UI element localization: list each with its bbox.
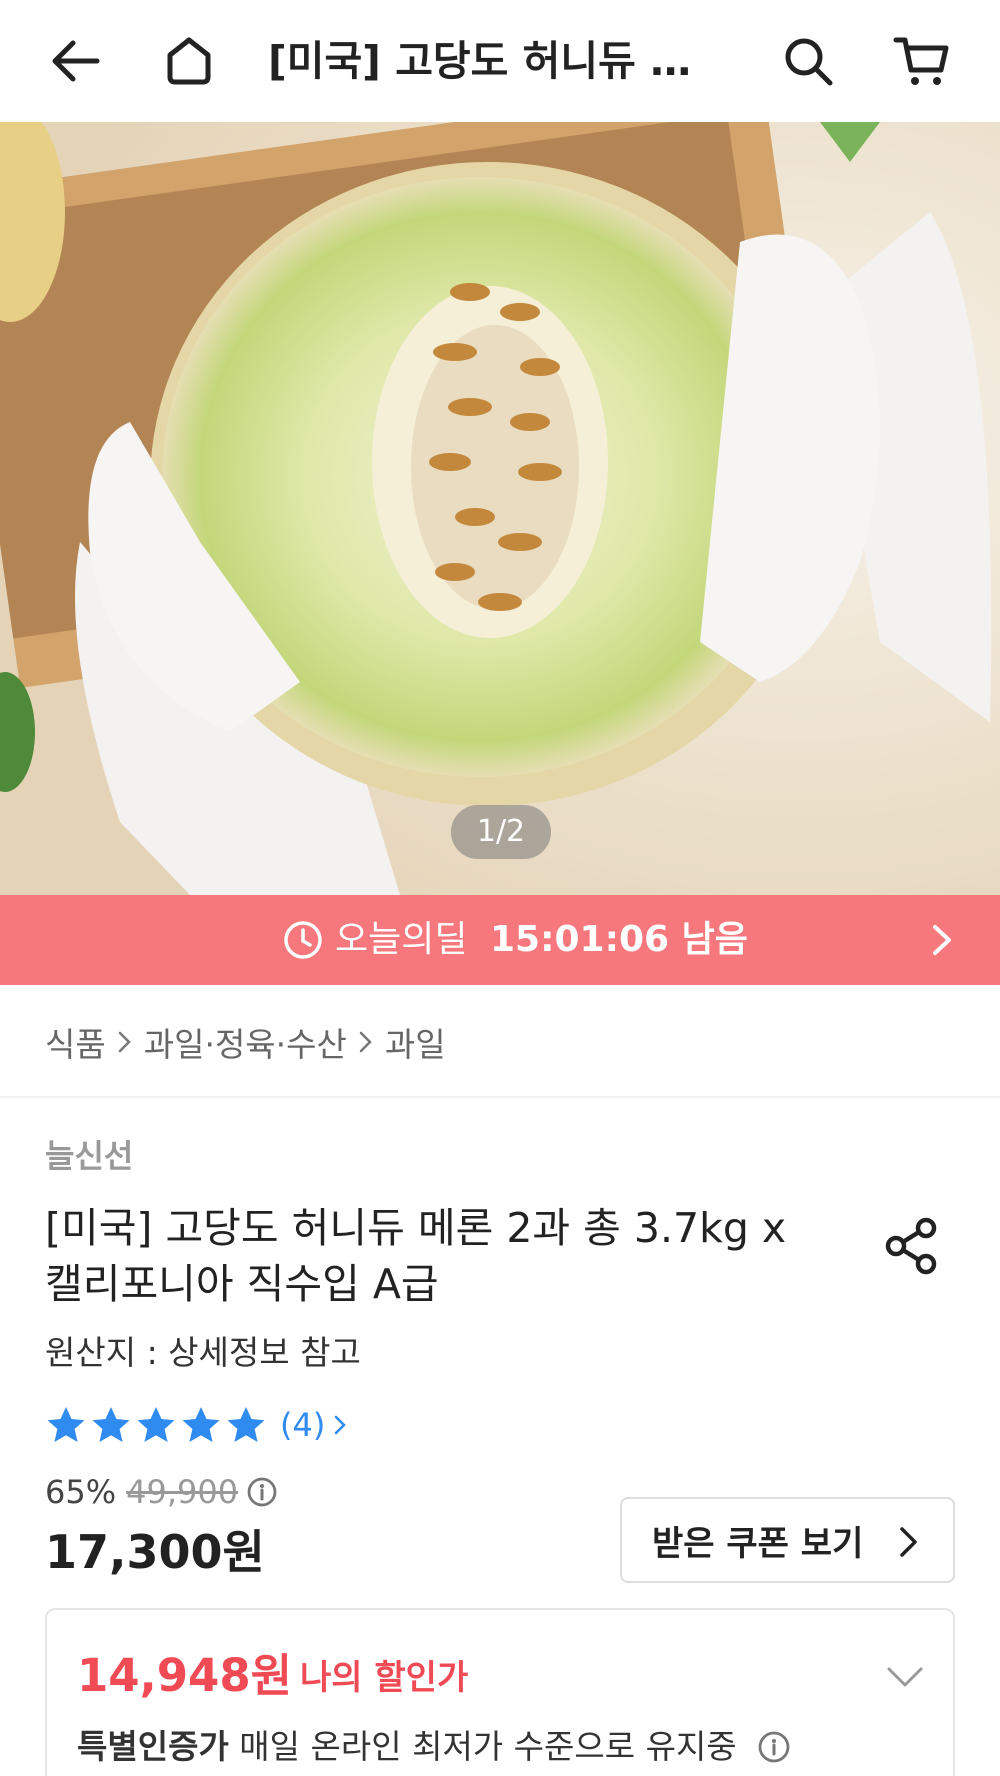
info-icon[interactable] bbox=[757, 1730, 791, 1764]
special-price-text: 매일 온라인 최저가 수준으로 유지중 bbox=[228, 1727, 737, 1766]
special-price-tag: 특별인증가 bbox=[77, 1727, 229, 1766]
breadcrumb: 식품 과일·정육·수산 과일 bbox=[45, 1012, 446, 1072]
discount-rate: 65% bbox=[45, 1473, 117, 1511]
back-button[interactable] bbox=[42, 26, 112, 96]
share-icon[interactable] bbox=[880, 1214, 944, 1278]
home-button[interactable] bbox=[154, 26, 224, 96]
deal-label: 오늘의딜 bbox=[335, 919, 468, 960]
review-count[interactable]: (4) bbox=[280, 1406, 325, 1444]
info-icon[interactable] bbox=[246, 1476, 278, 1508]
cart-button[interactable] bbox=[887, 26, 957, 96]
chevron-right-icon bbox=[359, 1031, 372, 1053]
star-icon bbox=[92, 1407, 130, 1442]
rating-row[interactable]: (4) bbox=[45, 1402, 351, 1448]
sale-price: 17,300원 bbox=[45, 1525, 265, 1579]
chevron-right-icon bbox=[118, 1031, 131, 1053]
star-icon bbox=[47, 1407, 85, 1442]
chevron-right-icon bbox=[335, 1415, 347, 1435]
breadcrumb-item[interactable]: 과일 bbox=[385, 1018, 446, 1066]
chevron-down-icon[interactable] bbox=[885, 1664, 925, 1690]
section-divider bbox=[0, 1096, 1000, 1098]
image-page-indicator: 1/2 bbox=[451, 805, 551, 859]
todays-deal-banner[interactable]: 오늘의딜 15:01:06 남음 bbox=[0, 895, 1000, 985]
search-button[interactable] bbox=[773, 26, 843, 96]
coupon-button-label: 받은 쿠폰 보기 bbox=[652, 1523, 864, 1564]
star-icon bbox=[137, 1407, 175, 1442]
product-image-carousel[interactable] bbox=[0, 122, 1000, 895]
chevron-right-icon bbox=[900, 1527, 917, 1557]
product-title: [미국] 고당도 허니듀 메론 2과 총 3.7kg x 캘리포니아 직수입 A… bbox=[45, 1200, 845, 1312]
arrow-left-icon bbox=[52, 40, 100, 82]
my-discount-card[interactable]: 14,948원 나의 할인가 특별인증가 매일 온라인 최저가 수준으로 유지중 bbox=[45, 1608, 955, 1776]
page-title: [미국] 고당도 허니듀 메론 2과 총 3.7kg x 캘리포니아 직수입 A… bbox=[268, 37, 698, 85]
product-title-line: [미국] 고당도 허니듀 메론 2과 총 3.7kg x bbox=[45, 1204, 787, 1252]
deal-countdown: 15:01:06 남음 bbox=[490, 919, 748, 960]
my-discount-price: 14,948원 bbox=[77, 1649, 293, 1702]
top-app-bar: [미국] 고당도 허니듀 메론 2과 총 3.7kg x 캘리포니아 직수입 A… bbox=[0, 0, 1000, 122]
star-icon bbox=[182, 1407, 220, 1442]
product-title-line: 캘리포니아 직수입 A급 bbox=[45, 1260, 439, 1308]
my-discount-label: 나의 할인가 bbox=[300, 1658, 469, 1698]
original-price: 49,900 bbox=[126, 1473, 239, 1511]
seller-name[interactable]: 늘신선 bbox=[45, 1134, 133, 1178]
home-icon bbox=[167, 37, 211, 85]
honeydew-melon-image bbox=[0, 122, 1000, 895]
cart-icon bbox=[893, 37, 949, 85]
search-icon bbox=[785, 38, 833, 86]
clock-icon bbox=[284, 921, 322, 959]
chevron-right-icon bbox=[933, 925, 951, 955]
origin-info: 원산지 : 상세정보 참고 bbox=[45, 1333, 361, 1372]
special-price-description: 특별인증가 매일 온라인 최저가 수준으로 유지중 bbox=[77, 1722, 791, 1772]
breadcrumb-item[interactable]: 과일·정육·수산 bbox=[144, 1018, 347, 1066]
view-coupons-button[interactable]: 받은 쿠폰 보기 bbox=[620, 1497, 955, 1583]
star-icon bbox=[227, 1407, 265, 1442]
discount-row: 65% 49,900 bbox=[45, 1470, 278, 1514]
breadcrumb-item[interactable]: 식품 bbox=[45, 1018, 106, 1066]
